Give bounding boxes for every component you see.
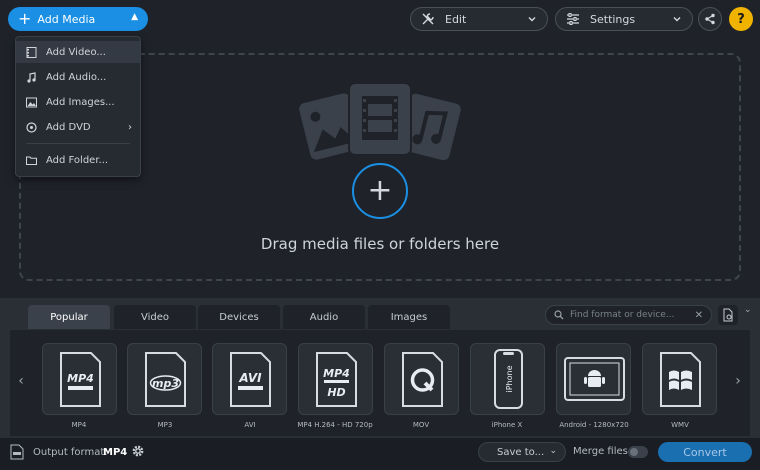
image-icon — [26, 97, 37, 107]
android-tablet-icon — [564, 357, 625, 401]
tab-popular[interactable]: Popular — [28, 305, 110, 329]
chevron-up-icon: ▲ — [131, 12, 138, 22]
format-label: MOV — [412, 421, 430, 429]
top-toolbar: + Add Media ▲ Edit Settings ? — [0, 0, 760, 40]
plus-icon: + — [367, 173, 393, 208]
document-search-icon — [723, 308, 733, 322]
format-card-wmv[interactable] — [642, 343, 717, 415]
windows-media-file-icon — [660, 352, 701, 407]
menu-item-label: Add Audio... — [46, 71, 107, 83]
folder-icon — [26, 156, 37, 165]
share-button[interactable] — [698, 7, 722, 31]
edit-button[interactable]: Edit — [410, 7, 548, 31]
menu-item-label: Add Video... — [46, 46, 106, 58]
merge-files-toggle[interactable] — [628, 446, 648, 458]
format-card-android[interactable] — [556, 343, 631, 415]
format-search-input[interactable]: Find format or device... ✕ — [545, 305, 712, 325]
format-card-mov[interactable] — [384, 343, 459, 415]
drop-zone-message: Drag media files or folders here — [260, 235, 500, 253]
chevron-down-icon: ⌄ — [549, 446, 557, 456]
tab-devices[interactable]: Devices — [198, 305, 280, 329]
settings-button[interactable]: Settings — [555, 7, 693, 31]
badge-text: MP4 — [67, 372, 94, 385]
iphone-icon: iPhone — [494, 349, 523, 409]
badge-text: AVI — [238, 371, 262, 385]
format-info-button[interactable] — [718, 305, 738, 325]
format-label: iPhone X — [491, 421, 523, 429]
scroll-left-button[interactable]: ‹ — [14, 373, 28, 389]
scroll-right-button[interactable]: › — [731, 373, 745, 389]
format-label: AVI — [244, 421, 256, 429]
gear-icon[interactable] — [131, 444, 145, 458]
badge-text: MP4 — [323, 367, 350, 380]
tools-icon — [422, 13, 434, 25]
format-label: MP4 H.264 - HD 720p — [297, 421, 373, 429]
add-media-menu: Add Video... Add Audio... Add Images... … — [15, 36, 141, 177]
menu-item-add-images[interactable]: Add Images... — [16, 91, 140, 113]
mp3-file-icon: mp3 — [145, 352, 186, 407]
format-card-mp4[interactable]: MP4 — [42, 343, 117, 415]
chevron-down-icon — [528, 17, 536, 22]
format-label: MP4 — [71, 421, 87, 429]
plus-icon: + — [18, 9, 32, 28]
help-button[interactable]: ? — [729, 7, 753, 31]
badge-text: HD — [327, 386, 345, 399]
media-types-illustration — [299, 82, 461, 160]
sliders-icon — [567, 13, 579, 25]
chevron-down-icon — [673, 17, 681, 22]
menu-item-add-folder[interactable]: Add Folder... — [16, 149, 140, 171]
format-label: Android - 1280x720 — [559, 421, 629, 429]
mp4-hd-file-icon: MP4 HD — [316, 352, 357, 407]
output-format-value[interactable]: MP4 — [103, 447, 127, 458]
menu-item-add-audio[interactable]: Add Audio... — [16, 66, 140, 88]
badge-text: iPhone — [505, 365, 514, 392]
menu-item-label: Add DVD — [46, 121, 91, 133]
clear-icon[interactable]: ✕ — [695, 310, 703, 321]
save-to-label: Save to... — [497, 446, 545, 458]
film-icon — [26, 46, 37, 58]
convert-button[interactable]: Convert — [658, 442, 752, 462]
format-label: WMV — [671, 421, 689, 429]
format-card-mp3[interactable]: mp3 — [127, 343, 202, 415]
help-label: ? — [737, 11, 745, 27]
add-media-button[interactable]: + Add Media ▲ — [8, 7, 148, 31]
music-note-icon — [27, 71, 36, 83]
search-placeholder: Find format or device... — [570, 310, 675, 320]
mp4-file-icon: MP4 — [60, 352, 101, 407]
toggle-knob — [630, 448, 638, 456]
menu-item-label: Add Folder... — [46, 154, 109, 166]
menu-item-add-video[interactable]: Add Video... — [16, 41, 140, 63]
output-format-label: Output format: — [33, 447, 108, 458]
add-files-button[interactable]: + — [352, 163, 408, 219]
edit-label: Edit — [445, 12, 467, 26]
badge-text: mp3 — [152, 377, 179, 390]
settings-label: Settings — [590, 12, 636, 26]
tab-video[interactable]: Video — [114, 305, 196, 329]
quicktime-file-icon — [402, 352, 443, 407]
output-file-icon — [10, 444, 24, 460]
format-label: MP3 — [157, 421, 173, 429]
search-icon — [554, 310, 564, 320]
tab-audio[interactable]: Audio — [283, 305, 365, 329]
add-media-label: Add Media — [37, 12, 96, 26]
merge-files-label: Merge files: — [573, 446, 632, 457]
disc-icon — [26, 121, 37, 133]
collapse-panel-icon[interactable]: ⌄ — [744, 305, 752, 315]
tab-images[interactable]: Images — [368, 305, 450, 329]
menu-item-label: Add Images... — [46, 96, 115, 108]
format-card-mp4-hd[interactable]: MP4 HD — [298, 343, 373, 415]
format-card-avi[interactable]: AVI — [212, 343, 287, 415]
save-to-button[interactable]: Save to... ⌄ — [478, 442, 566, 462]
menu-item-add-dvd[interactable]: Add DVD › — [16, 116, 140, 138]
share-icon — [705, 13, 715, 25]
format-card-iphone-x[interactable]: iPhone — [470, 343, 545, 415]
avi-file-icon: AVI — [230, 352, 271, 407]
chevron-right-icon: › — [128, 121, 132, 133]
menu-divider — [26, 143, 130, 144]
